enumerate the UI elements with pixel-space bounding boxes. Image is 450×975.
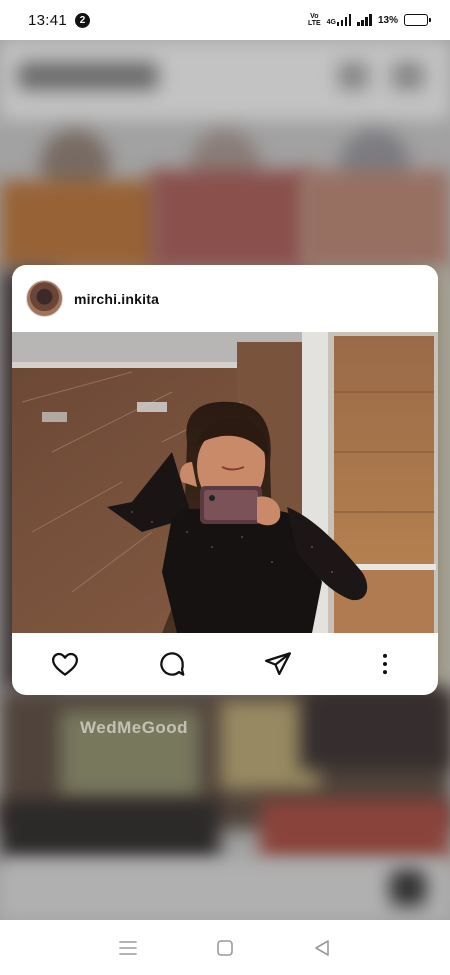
share-button[interactable] xyxy=(225,633,332,695)
network-type-label: 4G xyxy=(326,19,336,26)
post-action-bar xyxy=(12,633,438,695)
status-indicators: Vo LTE 4G 13% xyxy=(307,13,431,27)
comment-button[interactable] xyxy=(119,633,226,695)
share-icon xyxy=(265,652,292,676)
system-navigation-bar xyxy=(0,920,450,975)
volte-icon: Vo LTE xyxy=(307,13,321,27)
post-photo-illustration xyxy=(12,332,438,633)
recent-apps-button[interactable] xyxy=(103,928,153,968)
back-button[interactable] xyxy=(297,928,347,968)
home-icon xyxy=(217,939,233,956)
watermark-text: WedMeGood xyxy=(80,718,189,737)
network-type-indicator: 4G xyxy=(327,14,352,26)
more-icon xyxy=(382,653,387,675)
battery-percent: 13% xyxy=(377,14,398,26)
avatar[interactable] xyxy=(26,280,63,317)
battery-icon xyxy=(404,14,431,26)
notification-count-badge: 2 xyxy=(75,12,91,28)
post-image[interactable] xyxy=(12,332,438,633)
status-bar: 13:41 2 Vo LTE 4G 13% xyxy=(0,0,450,40)
home-button[interactable] xyxy=(200,928,250,968)
like-button[interactable] xyxy=(12,633,119,695)
back-icon xyxy=(314,939,329,956)
post-preview-card: mirchi.inkita xyxy=(12,265,438,695)
post-username[interactable]: mirchi.inkita xyxy=(74,291,159,307)
signal-strength-icon xyxy=(357,14,372,26)
more-options-button[interactable] xyxy=(332,633,439,695)
post-header: mirchi.inkita xyxy=(12,265,438,332)
status-time: 13:41 xyxy=(28,11,68,29)
signal-bars-icon xyxy=(336,14,352,26)
comment-icon xyxy=(160,652,185,676)
menu-icon xyxy=(119,940,138,955)
like-icon xyxy=(52,652,79,676)
